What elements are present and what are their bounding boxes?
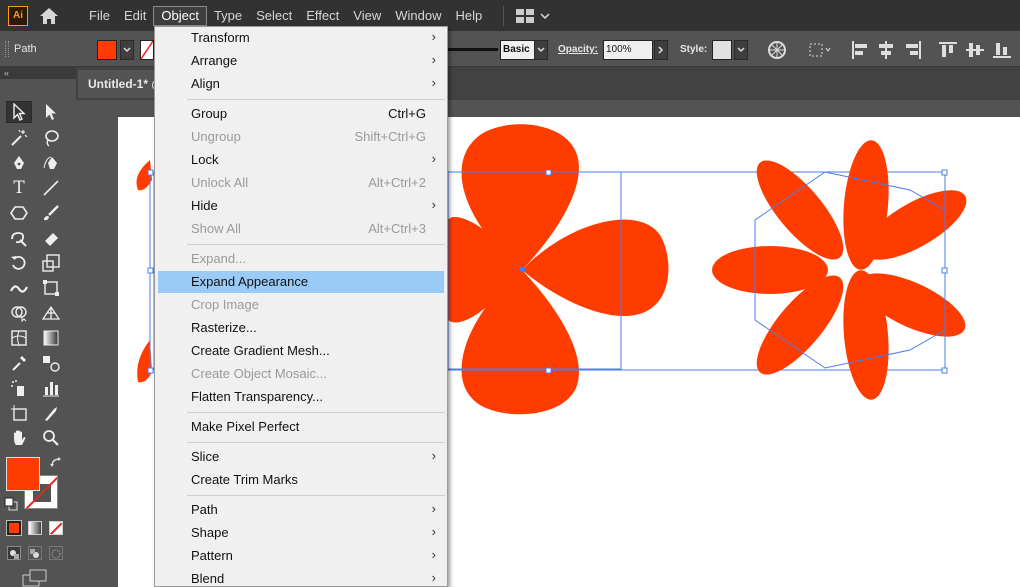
menu-item-group[interactable]: Group Ctrl+G xyxy=(158,103,444,125)
menu-item-expand-appearance[interactable]: Expand Appearance xyxy=(158,271,444,293)
submenu-arrow-icon: › xyxy=(431,197,436,212)
menu-item-transform[interactable]: Transform › xyxy=(158,27,444,49)
submenu-arrow-icon: › xyxy=(431,52,436,67)
artwork-layer xyxy=(136,124,976,415)
selection-handle[interactable] xyxy=(147,169,154,176)
submenu-arrow-icon: › xyxy=(431,151,436,166)
illustrator-window: Ai File Edit Object Type Select Effect V… xyxy=(0,0,1020,587)
menu-item-lock[interactable]: Lock › xyxy=(158,149,444,171)
menu-item-make-pixel-perfect[interactable]: Make Pixel Perfect xyxy=(158,416,444,438)
menu-item-path[interactable]: Path › xyxy=(158,499,444,521)
menu-item-blend[interactable]: Blend › xyxy=(158,568,444,586)
submenu-arrow-icon: › xyxy=(431,547,436,562)
submenu-arrow-icon: › xyxy=(431,29,436,44)
menu-item-ungroup[interactable]: Ungroup Shift+Ctrl+G xyxy=(158,126,444,148)
menu-item-expand[interactable]: Expand... xyxy=(158,248,444,270)
menu-separator xyxy=(187,495,445,496)
menu-item-rasterize[interactable]: Rasterize... xyxy=(158,317,444,339)
menu-item-crop-image[interactable]: Crop Image xyxy=(158,294,444,316)
menu-item-flatten-transparency[interactable]: Flatten Transparency... xyxy=(158,386,444,408)
menu-separator xyxy=(187,412,445,413)
menu-item-shape[interactable]: Shape › xyxy=(158,522,444,544)
menu-item-align[interactable]: Align › xyxy=(158,73,444,95)
selection-handle[interactable] xyxy=(545,169,552,176)
selection-handle[interactable] xyxy=(147,267,154,274)
menu-item-create-gradient-mesh[interactable]: Create Gradient Mesh... xyxy=(158,340,444,362)
flower-four-petal[interactable] xyxy=(448,124,669,415)
selection-handle[interactable] xyxy=(147,367,154,374)
menu-item-hide[interactable]: Hide › xyxy=(158,195,444,217)
menu-item-create-trim-marks[interactable]: Create Trim Marks xyxy=(158,469,444,491)
selection-handle[interactable] xyxy=(941,169,948,176)
submenu-arrow-icon: › xyxy=(431,75,436,90)
menu-item-pattern[interactable]: Pattern › xyxy=(158,545,444,567)
selection-handle[interactable] xyxy=(941,267,948,274)
object-menu-dropdown: Transform › Arrange › Align › Group Ctrl+G U… xyxy=(154,26,448,587)
menu-separator xyxy=(187,244,445,245)
center-point xyxy=(520,267,525,272)
menu-item-unlock-all[interactable]: Unlock All Alt+Ctrl+2 xyxy=(158,172,444,194)
submenu-arrow-icon: › xyxy=(431,524,436,539)
submenu-arrow-icon: › xyxy=(431,448,436,463)
menu-item-slice[interactable]: Slice › xyxy=(158,446,444,468)
submenu-arrow-icon: › xyxy=(431,570,436,585)
submenu-arrow-icon: › xyxy=(431,501,436,516)
menu-separator xyxy=(187,442,445,443)
menu-item-show-all[interactable]: Show All Alt+Ctrl+3 xyxy=(158,218,444,240)
selection-handle[interactable] xyxy=(545,367,552,374)
flower-six-petal[interactable] xyxy=(712,138,976,401)
menu-separator xyxy=(187,99,445,100)
menu-item-create-object-mosaic[interactable]: Create Object Mosaic... xyxy=(158,363,444,385)
menu-item-arrange[interactable]: Arrange › xyxy=(158,50,444,72)
selection-handle[interactable] xyxy=(941,367,948,374)
